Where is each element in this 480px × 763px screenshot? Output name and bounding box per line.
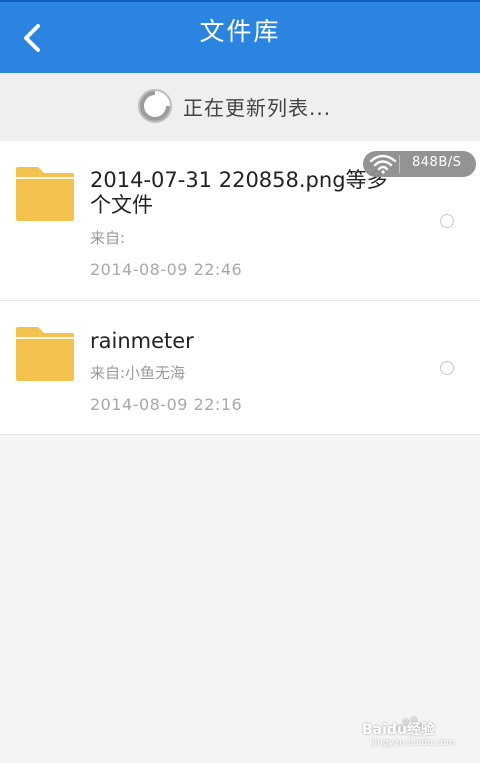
app-header: 文件库 [0, 2, 480, 73]
file-source: 来自:小鱼无海 [90, 364, 186, 382]
file-date: 2014-08-09 22:46 [90, 260, 243, 279]
list-item[interactable]: rainmeter 来自:小鱼无海 2014-08-09 22:16 [0, 301, 480, 435]
folder-icon [16, 167, 74, 221]
select-radio[interactable] [440, 361, 454, 375]
network-speed-badge: 848B/S [363, 151, 476, 177]
file-list: 2014-07-31 220858.png等多个文件 来自: 2014-08-0… [0, 141, 480, 435]
badge-divider [399, 155, 400, 173]
file-name: 2014-07-31 220858.png等多个文件 [90, 168, 388, 217]
loading-spinner-icon [138, 89, 172, 123]
wifi-icon [369, 154, 397, 174]
file-name: rainmeter [90, 329, 194, 353]
speed-value: 848B/S [412, 155, 462, 170]
page-title: 文件库 [199, 17, 281, 46]
status-text: 正在更新列表... [183, 96, 332, 120]
watermark-url: jingyan.baidu.com [372, 738, 456, 748]
file-date: 2014-08-09 22:16 [90, 395, 243, 414]
select-radio[interactable] [440, 214, 454, 228]
file-source: 来自: [90, 229, 126, 247]
folder-icon [16, 327, 74, 381]
watermark-text: Baidu经验 [362, 722, 435, 738]
